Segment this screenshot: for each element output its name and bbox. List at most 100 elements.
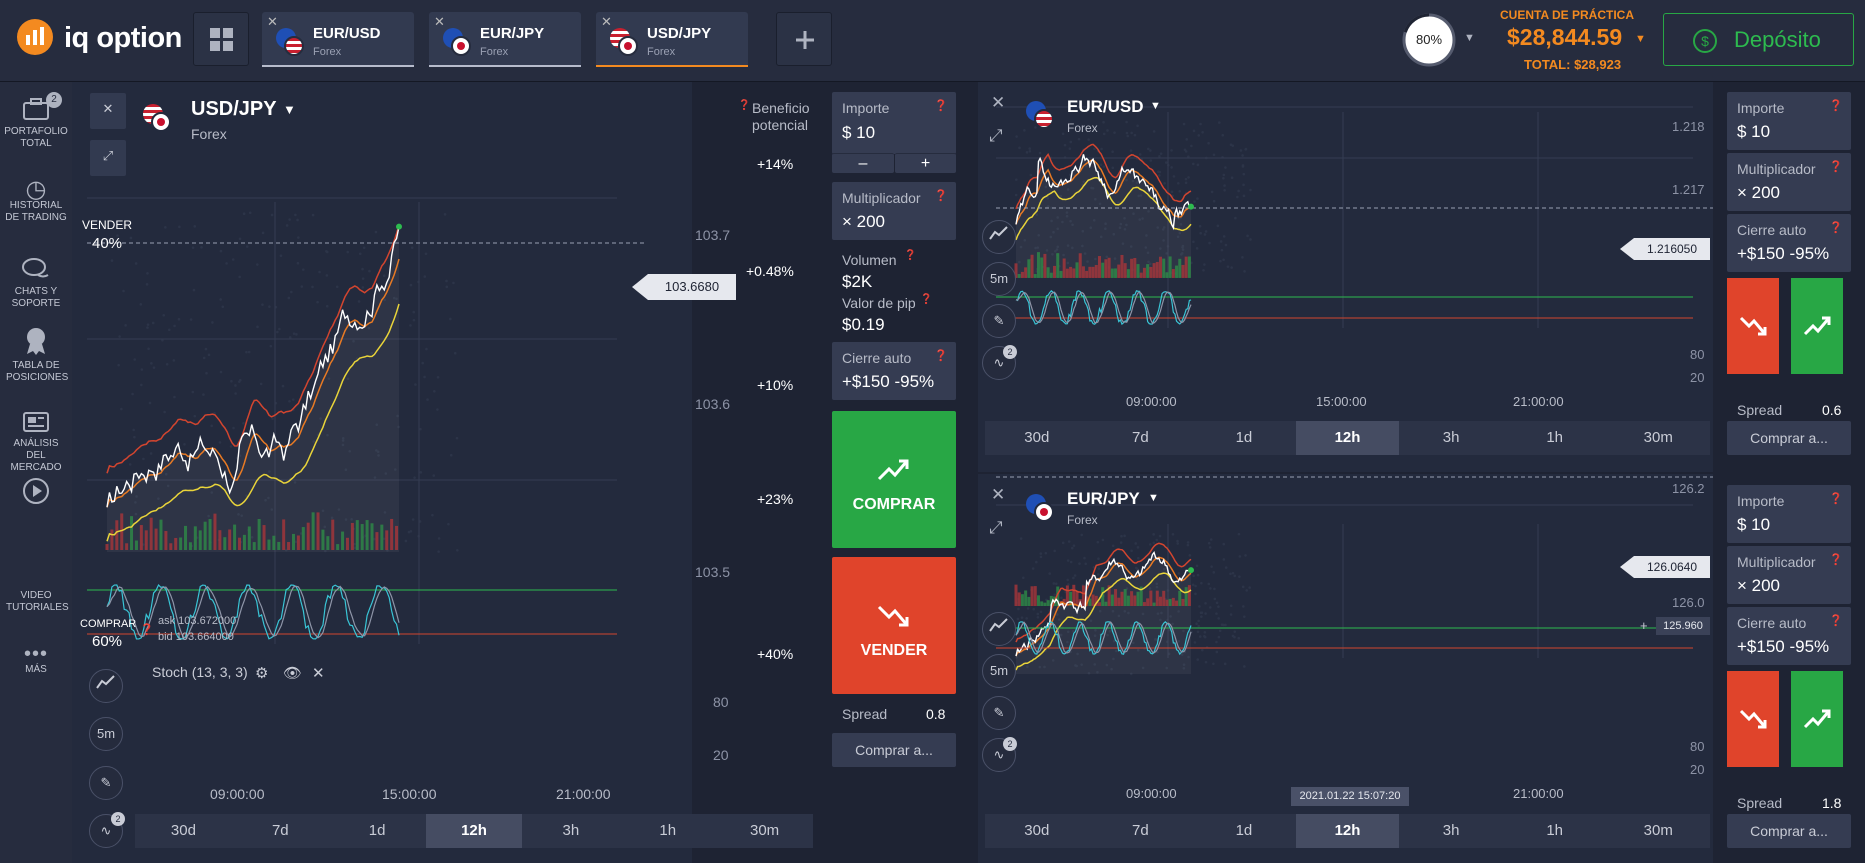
sidebar-item-more[interactable]: ••• MÁS	[0, 644, 72, 676]
buy-at-button[interactable]: Comprar a...	[1727, 421, 1851, 455]
balance[interactable]: $28,844.59	[1507, 24, 1622, 51]
pair-chevron-icon[interactable]: ▼	[1150, 100, 1161, 112]
pair-chevron-icon[interactable]: ▼	[283, 102, 296, 117]
tab-eurusd[interactable]: ✕ EUR/USD Forex	[262, 12, 414, 67]
info-icon[interactable]: ❓	[1829, 492, 1843, 505]
buy-button[interactable]: COMPRAR	[832, 411, 956, 548]
buy-at-button[interactable]: Comprar a...	[832, 733, 956, 767]
close-chart-icon[interactable]: ✕	[991, 93, 1005, 113]
candle-timeframe-button[interactable]: 5m	[982, 654, 1016, 688]
autoclose-field[interactable]: Cierre auto ❓ +$150 -95%	[1727, 607, 1851, 665]
amount-value[interactable]: $ 10	[842, 123, 875, 143]
candle-timeframe-button[interactable]: 5m	[982, 262, 1016, 296]
gear-icon[interactable]: ⚙	[255, 664, 268, 682]
info-icon[interactable]: ❓	[934, 99, 948, 112]
eurusd-chart[interactable]	[978, 82, 1713, 472]
chart-type-button[interactable]	[982, 612, 1016, 646]
tab-timeframe-7d[interactable]: 7d	[1089, 421, 1193, 455]
close-chart-button[interactable]: ✕	[90, 93, 126, 129]
deposit-button[interactable]: $ Depósito	[1663, 13, 1854, 66]
eye-icon[interactable]: 👁	[283, 664, 302, 682]
tab-timeframe-1h[interactable]: 1h	[1503, 421, 1607, 455]
tab-timeframe-12h[interactable]: 12h	[1295, 814, 1400, 848]
layout-grid-button[interactable]	[193, 12, 249, 66]
info-icon[interactable]: ❓	[920, 294, 932, 305]
sell-button[interactable]	[1727, 671, 1779, 767]
add-tab-button[interactable]	[776, 12, 832, 66]
tab-timeframe-1d[interactable]: 1d	[1192, 814, 1296, 848]
tab-timeframe-30m[interactable]: 30m	[1606, 421, 1710, 455]
info-icon[interactable]: ❓	[904, 250, 916, 261]
tab-timeframe-3h[interactable]: 3h	[522, 814, 619, 848]
amount-field[interactable]: Importe ❓ $ 10	[1727, 92, 1851, 150]
candle-timeframe-button[interactable]: 5m	[89, 717, 123, 751]
autoclose-field[interactable]: Cierre auto ❓ +$150 -95%	[832, 342, 956, 400]
sidebar-item-videos[interactable]	[0, 478, 72, 586]
close-chart-icon[interactable]: ✕	[991, 485, 1005, 505]
sidebar-item-history[interactable]: ◷ HISTORIAL DE TRADING	[0, 178, 72, 224]
info-icon[interactable]: ❓	[1829, 160, 1843, 173]
expand-icon[interactable]: ⤢	[989, 126, 1003, 146]
tab-timeframe-7d[interactable]: 7d	[1089, 814, 1193, 848]
expand-icon[interactable]: ⤢	[989, 518, 1003, 538]
amount-value[interactable]: $ 10	[1737, 122, 1770, 142]
tab-timeframe-30d[interactable]: 30d	[985, 814, 1089, 848]
tab-timeframe-3h[interactable]: 3h	[1399, 814, 1503, 848]
tab-timeframe-12h[interactable]: 12h	[425, 814, 523, 848]
tab-eurjpy[interactable]: ✕ EUR/JPY Forex	[429, 12, 581, 67]
tab-timeframe-30m[interactable]: 30m	[1606, 814, 1710, 848]
amount-field[interactable]: Importe ❓ $ 10	[832, 92, 956, 154]
multiplier-field[interactable]: Multiplicador ❓ × 200	[1727, 546, 1851, 604]
sidebar-item-analysis[interactable]: ANÁLISIS DEL MERCADO	[0, 410, 72, 474]
sidebar-item-leaderboard[interactable]: TABLA DE POSICIONES	[0, 326, 72, 384]
buy-button[interactable]	[1791, 671, 1843, 767]
tab-timeframe-1h[interactable]: 1h	[619, 814, 716, 848]
usdjpy-chart[interactable]	[72, 82, 692, 863]
buy-at-button[interactable]: Comprar a...	[1727, 814, 1851, 848]
expand-icon[interactable]: ⤢	[90, 140, 126, 176]
tab-timeframe-1h[interactable]: 1h	[1503, 814, 1607, 848]
pair-chevron-icon[interactable]: ▼	[1148, 492, 1159, 504]
add-alert-icon[interactable]: +	[1640, 618, 1648, 633]
buy-button[interactable]	[1791, 278, 1843, 374]
chevron-down-icon[interactable]: ▼	[1464, 32, 1475, 44]
tab-timeframe-3h[interactable]: 3h	[1399, 421, 1503, 455]
sell-button[interactable]: VENDER	[832, 557, 956, 694]
chart-pair-title[interactable]: EUR/JPY	[1067, 489, 1140, 509]
amount-value[interactable]: $ 10	[1737, 515, 1770, 535]
progress-ring[interactable]: 80%	[1401, 12, 1457, 68]
remove-indicator-icon[interactable]: ✕	[312, 664, 325, 682]
tab-timeframe-7d[interactable]: 7d	[232, 814, 329, 848]
draw-pencil-icon[interactable]: ✎	[982, 304, 1016, 338]
tab-timeframe-30d[interactable]: 30d	[985, 421, 1089, 455]
tab-usdjpy[interactable]: ✕ USD/JPY Forex	[596, 12, 748, 67]
decrease-amount-button[interactable]: –	[832, 153, 894, 173]
sidebar-item-portfolio[interactable]: 2 PORTAFOLIO TOTAL	[0, 92, 72, 150]
draw-pencil-icon[interactable]: ✎	[89, 766, 123, 800]
info-icon[interactable]: ❓	[1829, 614, 1843, 627]
sidebar-item-chat[interactable]: CHATS Y SOPORTE	[0, 256, 72, 310]
draw-pencil-icon[interactable]: ✎	[982, 696, 1016, 730]
multiplier-field[interactable]: Multiplicador ❓ × 200	[832, 182, 956, 240]
tab-timeframe-1d[interactable]: 1d	[1192, 421, 1296, 455]
amount-field[interactable]: Importe ❓ $ 10	[1727, 485, 1851, 543]
multiplier-field[interactable]: Multiplicador ❓ × 200	[1727, 153, 1851, 211]
chart-pair-title[interactable]: USD/JPY	[191, 98, 277, 121]
autoclose-field[interactable]: Cierre auto ❓ +$150 -95%	[1727, 214, 1851, 272]
tab-timeframe-12h[interactable]: 12h	[1295, 421, 1400, 455]
tab-timeframe-1d[interactable]: 1d	[329, 814, 426, 848]
tab-timeframe-30m[interactable]: 30m	[716, 814, 813, 848]
info-icon[interactable]: ❓	[934, 349, 948, 362]
info-icon[interactable]: ❓	[1829, 553, 1843, 566]
balance-chevron-icon[interactable]: ▼	[1635, 33, 1646, 45]
tab-timeframe-30d[interactable]: 30d	[135, 814, 232, 848]
info-icon[interactable]: ❓	[1829, 221, 1843, 234]
info-icon[interactable]: ❓	[738, 100, 750, 111]
info-icon[interactable]: ❓	[140, 623, 154, 636]
chart-pair-title[interactable]: EUR/USD	[1067, 97, 1144, 117]
chart-type-button[interactable]	[89, 669, 123, 703]
chart-type-button[interactable]	[982, 220, 1016, 254]
info-icon[interactable]: ❓	[1829, 99, 1843, 112]
increase-amount-button[interactable]: +	[895, 153, 956, 173]
info-icon[interactable]: ❓	[934, 189, 948, 202]
